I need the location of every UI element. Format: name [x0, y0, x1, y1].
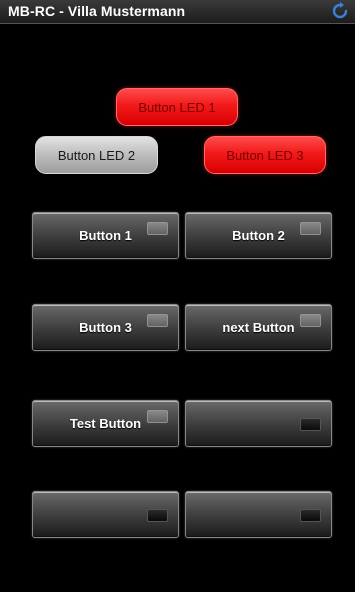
indicator-icon	[300, 222, 321, 235]
indicator-icon	[300, 314, 321, 327]
unlabeled-button-8[interactable]	[185, 491, 332, 538]
indicator-icon	[300, 509, 321, 522]
button-2[interactable]: Button 2	[185, 212, 332, 259]
led-button-2[interactable]: Button LED 2	[35, 136, 158, 174]
led-button-2-label: Button LED 2	[57, 147, 136, 163]
unlabeled-button-6[interactable]	[185, 400, 332, 447]
button-3[interactable]: Button 3	[32, 304, 179, 351]
test-button[interactable]: Test Button	[32, 400, 179, 447]
next-button[interactable]: next Button	[185, 304, 332, 351]
led-button-1[interactable]: Button LED 1	[116, 88, 238, 126]
refresh-icon[interactable]	[331, 2, 349, 20]
unlabeled-button-7[interactable]	[32, 491, 179, 538]
title-bar: MB-RC - Villa Mustermann	[0, 0, 355, 24]
indicator-icon	[147, 509, 168, 522]
indicator-icon	[300, 418, 321, 431]
app-title: MB-RC - Villa Mustermann	[8, 3, 186, 19]
led-button-3-label: Button LED 3	[226, 147, 304, 163]
indicator-icon	[147, 222, 168, 235]
led-button-3[interactable]: Button LED 3	[204, 136, 326, 174]
led-button-1-label: Button LED 1	[138, 99, 216, 115]
indicator-icon	[147, 314, 168, 327]
indicator-icon	[147, 410, 168, 423]
button-1[interactable]: Button 1	[32, 212, 179, 259]
